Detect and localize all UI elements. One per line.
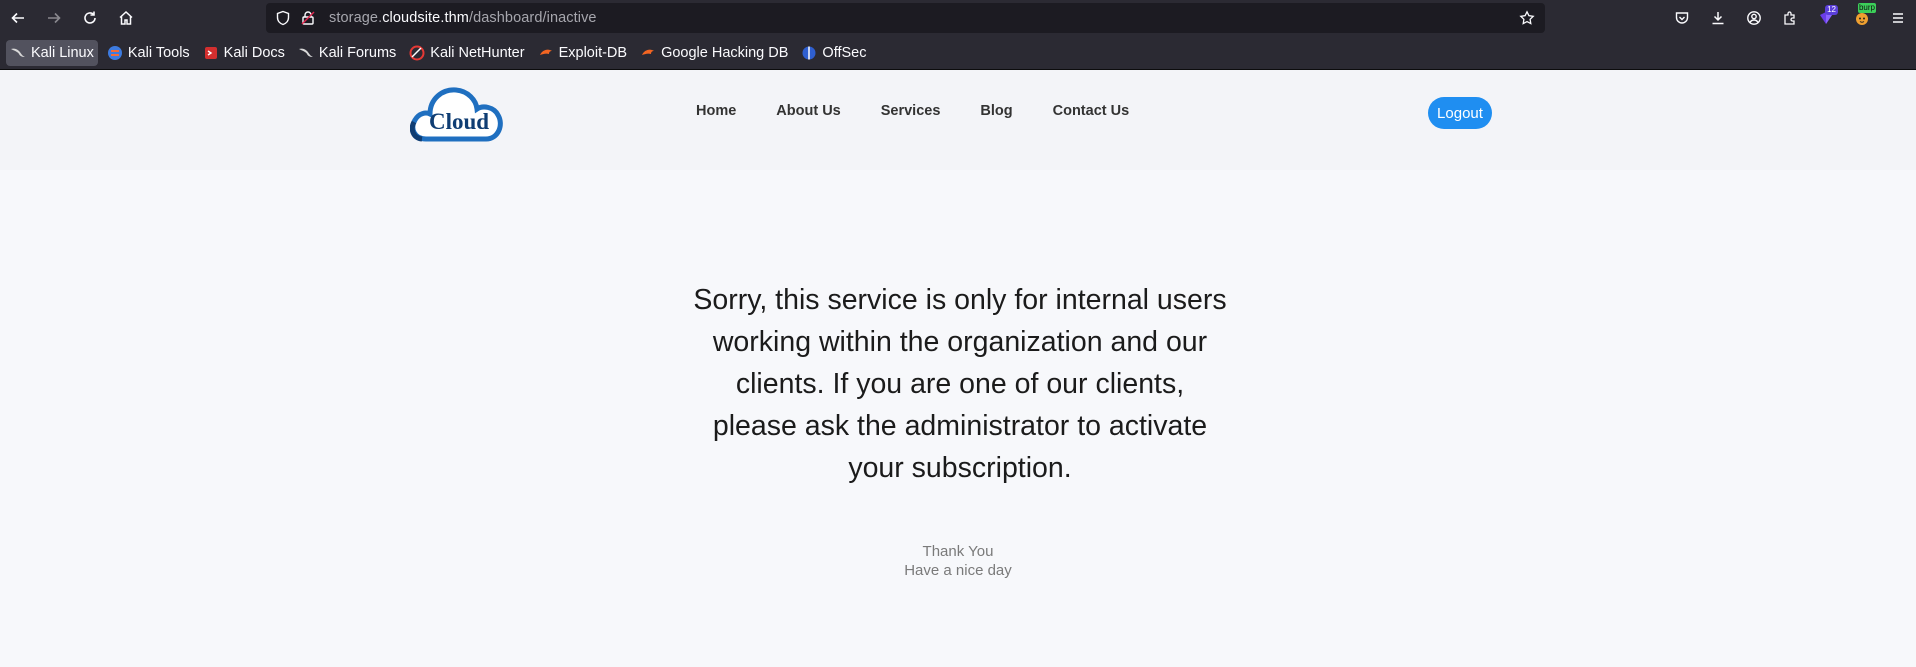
burp-extension-button[interactable]: burp bbox=[1844, 0, 1880, 36]
reload-icon bbox=[84, 11, 96, 24]
address-bar[interactable]: storage.cloudsite.thm/dashboard/inactive bbox=[266, 3, 1545, 33]
account-icon bbox=[1747, 11, 1761, 25]
hamburger-menu-icon bbox=[1893, 13, 1903, 23]
nav-about-us[interactable]: About Us bbox=[776, 103, 840, 119]
bookmark-label: OffSec bbox=[822, 44, 867, 61]
bookmark-offsec[interactable]: OffSec bbox=[797, 40, 870, 66]
exploit-db-icon bbox=[538, 45, 554, 61]
toolbar-right: 12 burp bbox=[1664, 0, 1916, 36]
forward-button[interactable] bbox=[36, 0, 72, 36]
pocket-icon bbox=[1675, 12, 1689, 24]
burp-label: burp bbox=[1857, 3, 1876, 13]
bookmark-label: Kali NetHunter bbox=[430, 44, 525, 61]
logout-button[interactable]: Logout bbox=[1428, 97, 1492, 129]
kali-dragon-icon bbox=[298, 45, 314, 61]
browser-toolbar: storage.cloudsite.thm/dashboard/inactive… bbox=[0, 0, 1916, 36]
account-button[interactable] bbox=[1736, 0, 1772, 36]
nav-contact-us[interactable]: Contact Us bbox=[1053, 103, 1130, 119]
bookmark-label: Kali Tools bbox=[127, 44, 190, 61]
downloads-button[interactable] bbox=[1700, 0, 1736, 36]
nav-services[interactable]: Services bbox=[881, 103, 941, 119]
kali-tools-icon bbox=[107, 45, 123, 61]
bookmark-star-icon[interactable] bbox=[1519, 10, 1535, 26]
bookmark-exploit-db[interactable]: Exploit-DB bbox=[534, 40, 632, 66]
thanks-block: Thank You Have a nice day bbox=[0, 542, 1916, 580]
menu-button[interactable] bbox=[1880, 0, 1916, 36]
main-content: Sorry, this service is only for internal… bbox=[0, 170, 1916, 667]
home-icon bbox=[119, 10, 133, 25]
bookmark-kali-tools[interactable]: Kali Tools bbox=[103, 40, 194, 66]
bookmark-kali-linux[interactable]: Kali Linux bbox=[6, 39, 98, 66]
nice-day-line: Have a nice day bbox=[904, 562, 1012, 579]
arrow-right-icon bbox=[48, 12, 61, 24]
extension-foxy-button[interactable]: 12 bbox=[1808, 0, 1844, 36]
url-text[interactable]: storage.cloudsite.thm/dashboard/inactive bbox=[329, 10, 597, 26]
thanks-line: Thank You bbox=[922, 543, 994, 560]
offsec-icon bbox=[801, 45, 817, 61]
arrow-left-icon bbox=[11, 12, 24, 24]
cloud-logo[interactable]: Cloud bbox=[410, 81, 506, 143]
home-button[interactable] bbox=[108, 0, 144, 36]
extension-count-badge: 12 bbox=[1825, 5, 1838, 15]
nav-home[interactable]: Home bbox=[696, 103, 736, 119]
bookmark-kali-nethunter[interactable]: Kali NetHunter bbox=[405, 40, 528, 66]
bookmarks-bar: Kali Linux Kali Tools Kali Docs Kali For… bbox=[0, 36, 1916, 70]
bookmark-kali-forums[interactable]: Kali Forums bbox=[294, 40, 400, 66]
shield-icon[interactable] bbox=[275, 10, 291, 26]
site-header: Cloud Home About Us Services Blog Contac… bbox=[0, 70, 1916, 170]
logo-text: Cloud bbox=[429, 109, 489, 134]
bookmark-label: Exploit-DB bbox=[558, 44, 628, 61]
bookmark-label: Kali Linux bbox=[31, 44, 94, 61]
kali-dragon-icon bbox=[10, 45, 26, 61]
pocket-button[interactable] bbox=[1664, 0, 1700, 36]
inactive-message: Sorry, this service is only for internal… bbox=[693, 284, 1227, 484]
exploit-db-icon bbox=[640, 45, 656, 61]
back-button[interactable] bbox=[0, 0, 36, 36]
bookmark-label: Kali Docs bbox=[223, 44, 285, 61]
main-nav: Home About Us Services Blog Contact Us bbox=[696, 103, 1169, 119]
reload-button[interactable] bbox=[72, 0, 108, 36]
bookmark-kali-docs[interactable]: Kali Docs bbox=[199, 40, 289, 66]
nethunter-icon bbox=[409, 45, 425, 61]
kali-docs-icon bbox=[203, 45, 219, 61]
bookmark-label: Kali Forums bbox=[318, 44, 397, 61]
extensions-button[interactable] bbox=[1772, 0, 1808, 36]
page-info-icon[interactable] bbox=[300, 10, 316, 26]
bookmark-google-hacking-db[interactable]: Google Hacking DB bbox=[636, 40, 792, 66]
bookmark-label: Google Hacking DB bbox=[661, 44, 789, 61]
puzzle-icon bbox=[1784, 11, 1795, 25]
download-icon bbox=[1712, 12, 1724, 25]
nav-blog[interactable]: Blog bbox=[980, 103, 1012, 119]
